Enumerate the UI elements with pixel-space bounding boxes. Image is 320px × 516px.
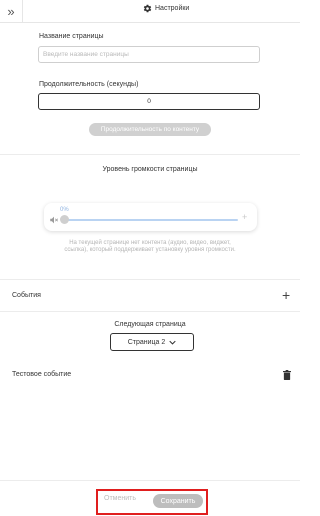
volume-plus-icon[interactable]: + (242, 212, 247, 222)
duration-input[interactable] (38, 93, 260, 110)
divider (0, 480, 300, 481)
chevron-down-icon (169, 340, 176, 345)
collapse-panel-button[interactable]: » (0, 0, 23, 22)
divider (0, 279, 300, 280)
add-event-button[interactable]: + (282, 288, 290, 302)
cancel-button[interactable]: Отменить (104, 495, 136, 502)
volume-note: На текущей странице нет контента (аудио,… (64, 240, 236, 253)
save-button[interactable]: Сохранить (153, 494, 203, 508)
page-name-label: Название страницы (39, 33, 104, 40)
top-bar: » Настройки (0, 0, 300, 23)
next-page-value: Страница 2 (127, 338, 166, 346)
event-title: Тестовое событие (12, 371, 72, 378)
volume-level-label: 0% (60, 207, 69, 213)
divider (0, 311, 300, 312)
duration-label: Продолжительность (секунды) (39, 81, 139, 88)
next-page-select[interactable]: Страница 2 (110, 333, 194, 351)
volume-slider-track[interactable] (64, 219, 238, 221)
page-name-input[interactable] (38, 46, 260, 63)
next-page-label: Следующая страница (114, 321, 186, 328)
settings-label: Настройки (155, 5, 190, 12)
settings-title: Настройки (143, 4, 189, 13)
events-section-label: События (12, 292, 41, 299)
volume-slider-thumb[interactable] (60, 215, 69, 224)
duration-by-content-button[interactable]: Продолжительность по контенту (89, 123, 211, 136)
volume-card (44, 203, 257, 231)
trash-icon[interactable] (283, 370, 291, 380)
volume-title: Уровень громкости страницы (102, 166, 198, 173)
divider (0, 154, 300, 155)
mute-icon[interactable] (49, 215, 59, 225)
gear-icon (143, 4, 152, 13)
